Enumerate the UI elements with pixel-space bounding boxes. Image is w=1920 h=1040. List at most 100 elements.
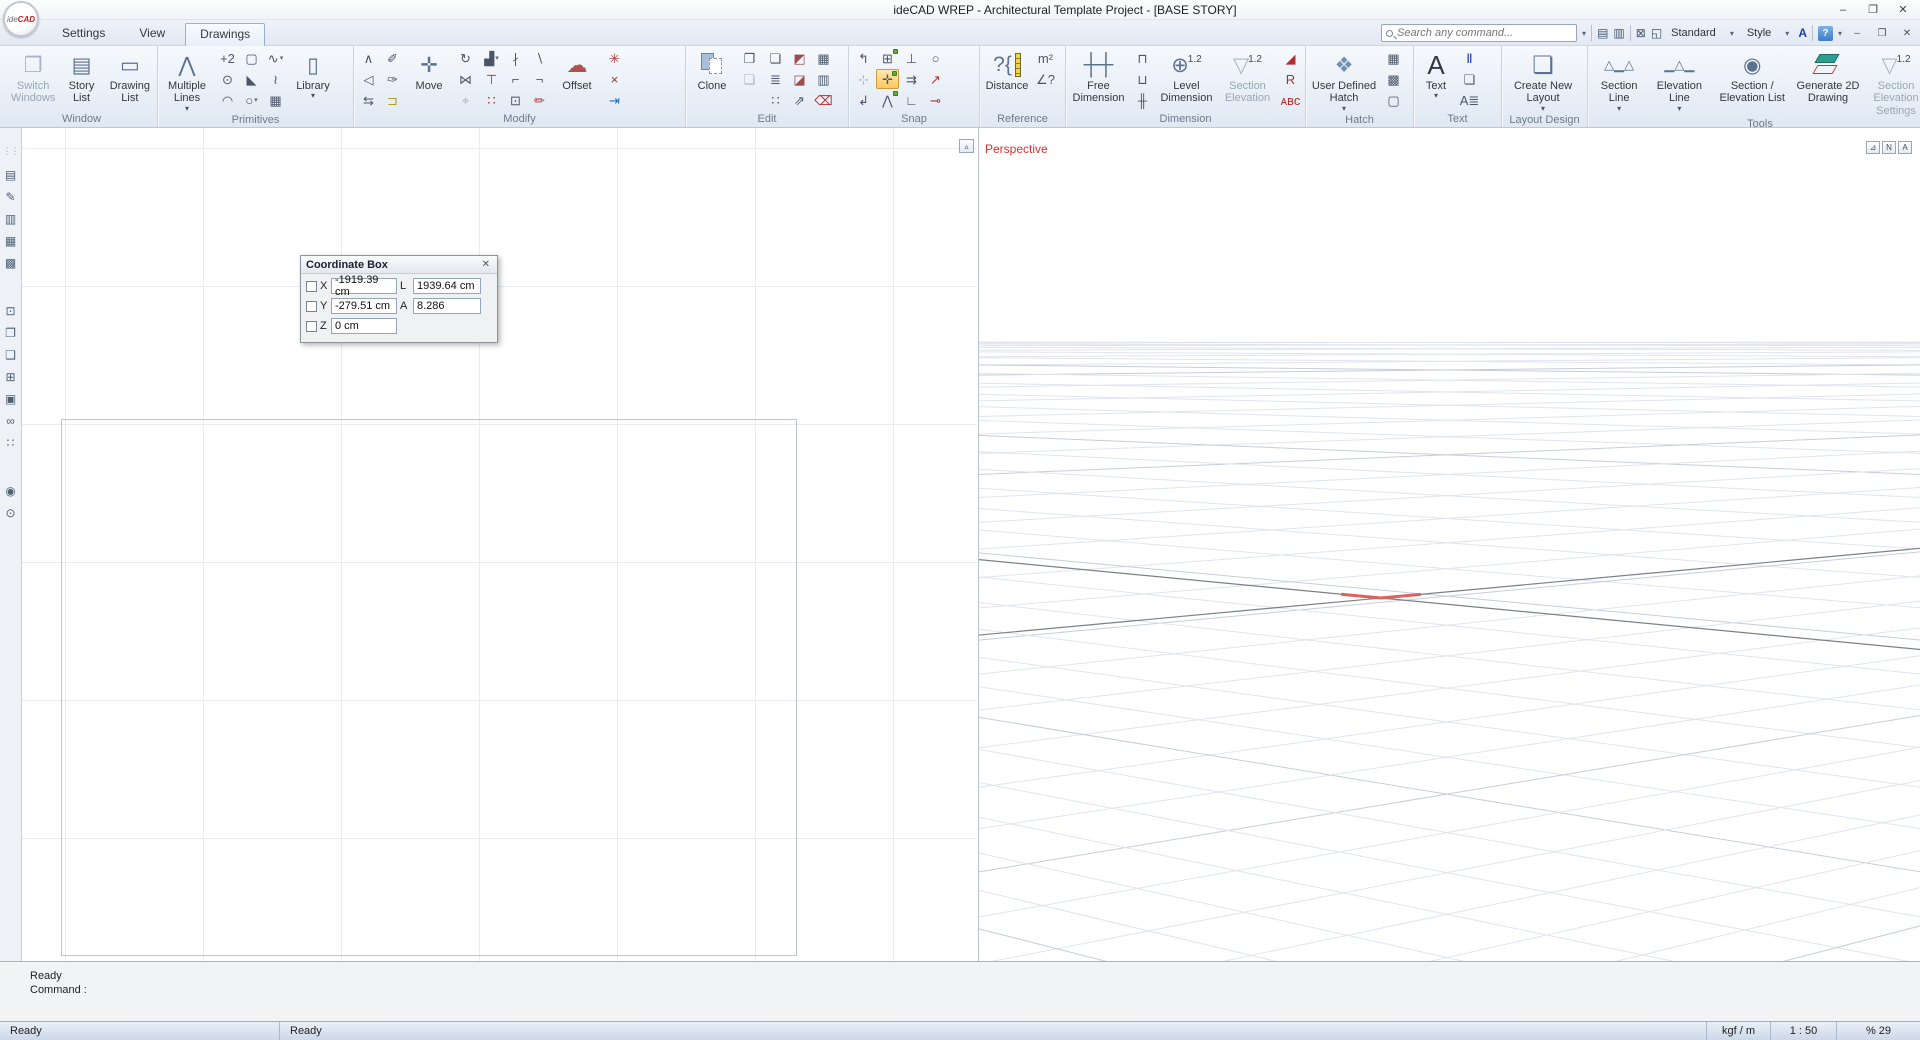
standard-combo[interactable]: Standard▾: [1667, 25, 1738, 41]
extend-icon[interactable]: ∖: [528, 48, 551, 68]
hatch-boundary-icon[interactable]: ▢: [1382, 90, 1405, 110]
dimension-inner-icon[interactable]: ⊔: [1131, 69, 1154, 89]
user-defined-hatch-button[interactable]: ❖ User Defined Hatch ▾: [1309, 48, 1379, 113]
drawing-list-button[interactable]: ▭ Drawing List: [106, 48, 154, 105]
library-button[interactable]: ▯ Library ▾: [290, 48, 336, 100]
break-cross-icon[interactable]: ×: [603, 69, 626, 89]
paste-icon[interactable]: ❑: [738, 69, 761, 89]
coordinate-box-dialog[interactable]: Coordinate Box ✕ X -1919.39 cm L 1939.64…: [300, 255, 498, 343]
edit-note-icon[interactable]: ⊐: [381, 90, 404, 110]
rotate-icon[interactable]: ↻: [454, 48, 477, 68]
toolbar-grip[interactable]: ⋮⋮: [3, 146, 19, 157]
divide-icon[interactable]: ⊤: [480, 69, 503, 89]
parallel-snap-icon[interactable]: ⇉: [900, 69, 923, 89]
help-button[interactable]: ?: [1818, 26, 1833, 41]
ortho-snap-icon[interactable]: ∟: [900, 90, 923, 110]
break-icon[interactable]: ✳: [603, 48, 626, 68]
section-line-button[interactable]: △▁△ Section Line ▾: [1591, 48, 1647, 113]
help-dropdown-icon[interactable]: ▾: [1838, 29, 1842, 38]
sidebar-copy-icon[interactable]: ❐: [2, 325, 20, 341]
spline-icon[interactable]: ∿▾: [264, 48, 287, 68]
sidebar-properties-icon[interactable]: ▤: [2, 167, 20, 183]
text-dimension-icon[interactable]: ᴀʙᴄ: [1279, 90, 1302, 110]
order-icon[interactable]: ≣: [764, 69, 787, 89]
column-text-icon[interactable]: Ⅱ: [1458, 48, 1481, 68]
search-dropdown-icon[interactable]: ▾: [1582, 29, 1586, 38]
chamfer-icon[interactable]: ¬: [528, 69, 551, 89]
status-unit[interactable]: kgf / m: [1706, 1022, 1770, 1040]
move-button[interactable]: ✛ Move: [407, 48, 451, 92]
minimize-button[interactable]: –: [1828, 0, 1858, 19]
story-list-button[interactable]: ▤ Story List: [60, 48, 102, 105]
coordinate-box-titlebar[interactable]: Coordinate Box ✕: [301, 256, 497, 274]
solid-hatch-icon[interactable]: ▩: [1382, 69, 1405, 89]
layer-move-icon[interactable]: ◪: [788, 69, 811, 89]
perspective-view[interactable]: Perspective ⊿ N A: [978, 128, 1920, 961]
layer-list-icon[interactable]: ▤: [1597, 26, 1608, 40]
slope-dimension-icon[interactable]: ◢: [1279, 48, 1302, 68]
sidebar-table-icon[interactable]: ▣: [2, 391, 20, 407]
sidebar-points-icon[interactable]: ∷: [2, 435, 20, 451]
array-icon[interactable]: ▟▾: [480, 48, 503, 68]
sidebar-layers-icon[interactable]: ▥: [2, 211, 20, 227]
grid-snap-icon[interactable]: ⊞: [876, 48, 899, 68]
break-point-icon[interactable]: ⇥: [603, 90, 626, 110]
close-button[interactable]: ✕: [1888, 0, 1918, 19]
section-elevation-settings-button[interactable]: ▽1.2 Section Elevation Settings: [1863, 48, 1920, 117]
arc-icon[interactable]: ◠: [216, 90, 239, 110]
image-icon[interactable]: ▦: [264, 90, 287, 110]
ellipse-icon[interactable]: ○▾: [240, 90, 263, 110]
elevation-line-button[interactable]: ▁△▁ Elevation Line ▾: [1650, 48, 1708, 113]
doc-close-button[interactable]: ✕: [1897, 25, 1917, 41]
z-lock-checkbox[interactable]: [306, 321, 317, 332]
offset-button[interactable]: ☁ Offset: [554, 48, 600, 92]
sidebar-edit-icon[interactable]: ✎: [2, 189, 20, 205]
doc-restore-button[interactable]: ❐: [1872, 25, 1892, 41]
area-icon[interactable]: m²: [1034, 48, 1057, 68]
polygon-node-icon[interactable]: ◁: [357, 69, 380, 89]
perpendicular-snap-icon[interactable]: ⊥: [900, 48, 923, 68]
app-logo[interactable]: ideCAD: [3, 1, 39, 37]
switch-windows-button[interactable]: ❒ Switch Windows: [9, 48, 57, 105]
trim-icon[interactable]: ∤: [504, 48, 527, 68]
create-new-layout-button[interactable]: ❏ Create New Layout ▾: [1505, 48, 1581, 113]
tab-drawings[interactable]: Drawings: [185, 23, 265, 46]
object-snap-icon[interactable]: ✛: [876, 69, 899, 89]
multiple-lines-button[interactable]: ⋀ Multiple Lines ▾: [161, 48, 213, 113]
angle-measure-icon[interactable]: ∧: [357, 48, 380, 68]
command-prompt[interactable]: Command :: [30, 984, 87, 996]
tab-view[interactable]: View: [125, 23, 179, 46]
x-value-field[interactable]: -1919.39 cm: [331, 278, 397, 294]
match-properties-icon[interactable]: ✑: [381, 69, 404, 89]
layer-stack-icon[interactable]: ▥: [1613, 26, 1624, 40]
dimension-outer-icon[interactable]: ⊓: [1131, 48, 1154, 68]
nearest-snap-icon[interactable]: ↗: [924, 69, 947, 89]
point-array-icon[interactable]: ∷: [764, 90, 787, 110]
radius-dimension-icon[interactable]: R: [1279, 69, 1302, 89]
grid-select-icon[interactable]: ▦: [812, 48, 835, 68]
z-value-field[interactable]: 0 cm: [331, 318, 397, 334]
group-icon[interactable]: ❏: [764, 48, 787, 68]
generate-2d-drawing-button[interactable]: Generate 2D Drawing: [1796, 48, 1860, 105]
free-dimension-button[interactable]: ┼┼ Free Dimension: [1069, 48, 1128, 105]
command-search-box[interactable]: [1381, 24, 1577, 42]
style-combo[interactable]: Style▾: [1743, 25, 1793, 41]
y-lock-checkbox[interactable]: [306, 301, 317, 312]
text-button[interactable]: A Text ▾: [1417, 48, 1455, 100]
stretch-icon[interactable]: ⇆: [357, 90, 380, 110]
a-value-field[interactable]: 8.286: [413, 298, 481, 314]
text-file-icon[interactable]: ❏: [1458, 69, 1481, 89]
polyline-snap-icon[interactable]: ⋀: [876, 90, 899, 110]
dimension-chain-icon[interactable]: ╫: [1131, 90, 1154, 110]
l-value-field[interactable]: 1939.64 cm: [413, 278, 481, 294]
search-input[interactable]: [1397, 27, 1572, 39]
sidebar-doc-icon[interactable]: ⊡: [2, 303, 20, 319]
status-scale[interactable]: 1 : 50: [1770, 1022, 1836, 1040]
doc-minimize-button[interactable]: –: [1847, 25, 1867, 41]
close-icon[interactable]: ✕: [480, 259, 492, 270]
tab-settings[interactable]: Settings: [48, 23, 119, 46]
circle-icon[interactable]: ⊙: [216, 69, 239, 89]
grid-hatch-icon[interactable]: ▦: [1382, 48, 1405, 68]
level-dimension-button[interactable]: ⊕1.2 Level Dimension: [1157, 48, 1216, 105]
font-settings-icon[interactable]: A: [1798, 26, 1807, 40]
